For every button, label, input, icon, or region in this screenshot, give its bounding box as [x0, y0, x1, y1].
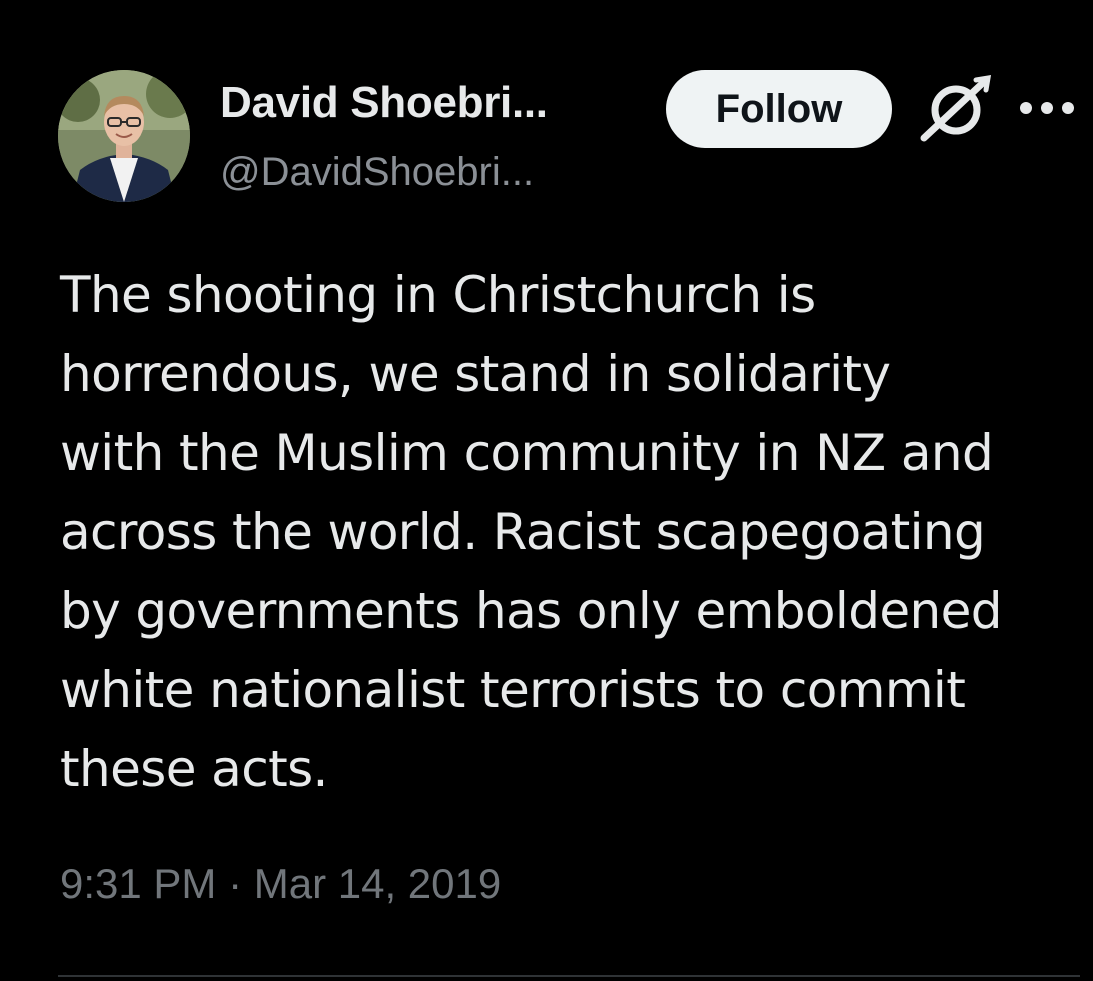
tweet-text-line: with the Muslim community in NZ and: [60, 424, 994, 482]
user-handle[interactable]: @DavidShoebri...: [220, 150, 534, 195]
tweet-text-line: by governments has only emboldened: [60, 582, 1002, 640]
divider: [58, 975, 1080, 977]
tweet-text-line: white nationalist terrorists to commit: [60, 661, 966, 719]
avatar[interactable]: [58, 70, 190, 202]
display-name[interactable]: David Shoebri...: [220, 78, 548, 128]
tweet-timestamp[interactable]: 9:31 PM · Mar 14, 2019: [60, 860, 501, 908]
tweet-text-line: across the world. Racist scapegoating: [60, 503, 986, 561]
more-horizontal-icon[interactable]: [1018, 100, 1076, 116]
grok-icon[interactable]: [918, 74, 992, 142]
tweet-text-line: horrendous, we stand in solidarity: [60, 345, 891, 403]
tweet-text-line: these acts.: [60, 740, 328, 798]
tweet-text-line: The shooting in Christchurch is: [60, 266, 816, 324]
avatar-photo: [58, 70, 190, 202]
tweet-text: The shooting in Christchurch is horrendo…: [60, 256, 1070, 809]
follow-button[interactable]: Follow: [666, 70, 892, 148]
tweet: David Shoebri... @DavidShoebri... Follow…: [0, 0, 1093, 981]
